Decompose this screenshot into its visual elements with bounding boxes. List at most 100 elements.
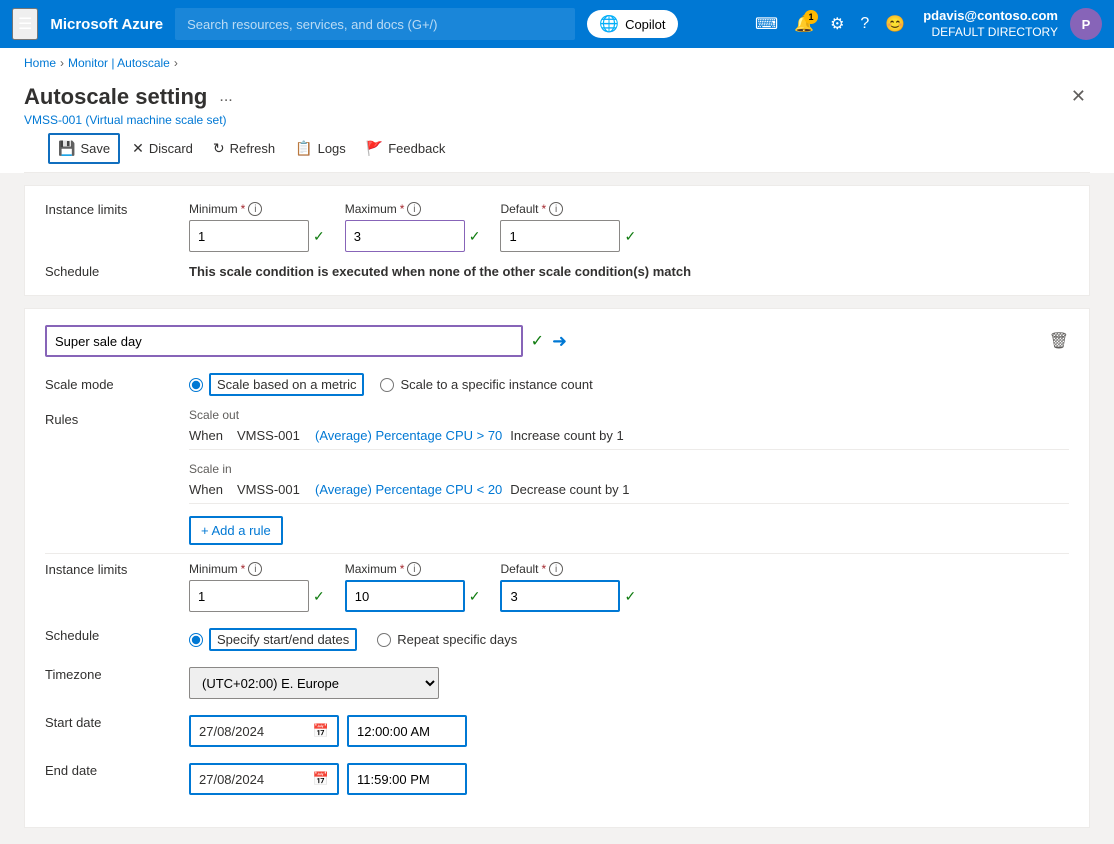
scale-specific-radio[interactable] [380,378,394,392]
condition-name-input[interactable]: Super sale day [45,325,523,357]
user-avatar[interactable]: P [1070,8,1102,40]
rules-label: Rules [45,412,78,427]
scale-in-label: Scale in [189,462,1069,476]
default-maximum-input[interactable]: 3 [345,220,465,252]
discard-button[interactable]: ✕ Discard [124,135,201,162]
refresh-button[interactable]: ↻ Refresh [205,135,283,162]
max-info-icon[interactable]: i [407,562,421,576]
copilot-label: Copilot [625,17,665,32]
required-star-2: * [400,202,405,216]
scale-condition-card: Super sale day ✓ ➜ 🗑 Scale mode Scale ba… [24,308,1090,828]
maximum-label: Maximum * i [345,562,481,576]
start-time-input[interactable] [347,715,467,747]
scale-out-group: Scale out When VMSS-001 (Average) Percen… [189,408,1069,450]
scale-out-metric[interactable]: (Average) Percentage CPU > 70 [315,428,502,443]
ellipsis-button[interactable]: ... [215,86,236,108]
default-input[interactable] [500,580,620,612]
condition-delete-icon[interactable]: 🗑 [1049,331,1069,351]
min-check-icon: ✓ [313,588,325,605]
scale-metric-radio[interactable] [189,378,203,392]
default-maximum-label: Maximum * i [345,202,481,216]
end-date-inputs: 27/08/2024 📅 [189,763,467,795]
scale-specific-option[interactable]: Scale to a specific instance count [380,377,592,392]
scale-metric-option[interactable]: Scale based on a metric [189,373,364,396]
scale-out-rule-row: When VMSS-001 (Average) Percentage CPU >… [189,426,1069,450]
page-title: Autoscale setting [24,84,207,110]
start-date-inputs: 27/08/2024 📅 [189,715,467,747]
scale-out-label: Scale out [189,408,1069,422]
scale-in-action: Decrease count by 1 [510,482,629,497]
refresh-icon: ↻ [213,140,225,157]
repeat-days-label: Repeat specific days [397,632,517,647]
end-date-calendar-icon[interactable]: 📅 [313,771,329,787]
user-directory: DEFAULT DIRECTORY [923,25,1058,41]
repeat-days-option[interactable]: Repeat specific days [377,632,517,647]
default-minimum-input[interactable]: 1 [189,220,309,252]
maximum-input-wrap: ✓ [345,580,481,612]
save-label: Save [80,141,110,156]
help-button[interactable]: ? [854,9,875,39]
default-default-input-wrap: 1 ✓ [500,220,636,252]
default-default-input[interactable]: 1 [500,220,620,252]
global-search-input[interactable] [175,8,575,40]
def-info-icon[interactable]: i [549,562,563,576]
scale-out-when: When [189,428,229,443]
max-required-star: * [400,562,405,576]
save-button[interactable]: 💾 Save [48,133,120,164]
notifications-button[interactable]: 🔔 1 [788,8,820,40]
breadcrumb-monitor[interactable]: Monitor | Autoscale [68,56,170,70]
timezone-select[interactable]: (UTC+02:00) E. Europe [189,667,439,699]
cloud-shell-button[interactable]: ⌨ [749,8,784,40]
default-instance-limits-label: Instance limits [45,202,165,217]
minimum-input-wrap: ✓ [189,580,325,612]
scale-in-resource: VMSS-001 [237,482,307,497]
minimum-info-icon[interactable]: i [248,202,262,216]
feedback-button[interactable]: 🚩 Feedback [358,135,454,162]
add-rule-button[interactable]: + Add a rule [189,516,283,545]
hamburger-menu[interactable]: ☰ [12,8,38,40]
close-button[interactable]: ✕ [1067,82,1090,111]
repeat-days-radio[interactable] [377,633,391,647]
def-required-star: * [542,562,547,576]
breadcrumb-home[interactable]: Home [24,56,56,70]
specify-dates-option[interactable]: Specify start/end dates [189,628,357,651]
default-check-icon: ✓ [624,228,636,245]
max-check-icon: ✓ [469,588,481,605]
scale-in-rule-row: When VMSS-001 (Average) Percentage CPU <… [189,480,1069,504]
scale-out-action: Increase count by 1 [510,428,623,443]
minimum-label: Minimum * i [189,562,325,576]
default-field: Default * i ✓ [500,562,636,612]
rules-label-col: Rules [45,408,165,545]
add-condition-button[interactable]: + Add a scale condition [0,840,182,844]
start-date-input[interactable]: 27/08/2024 📅 [189,715,339,747]
default-maximum-field: Maximum * i 3 ✓ [345,202,481,252]
min-info-icon[interactable]: i [248,562,262,576]
default-info-icon[interactable]: i [549,202,563,216]
scale-mode-row: Scale mode Scale based on a metric Scale… [45,373,1069,396]
end-time-input[interactable] [347,763,467,795]
default-minimum-label: Minimum * i [189,202,325,216]
condition-navigate-icon[interactable]: ➜ [552,331,567,352]
subtitle-text[interactable]: VMSS-001 (Virtual machine scale set) [24,113,227,127]
scale-in-metric[interactable]: (Average) Percentage CPU < 20 [315,482,502,497]
scale-metric-label: Scale based on a metric [209,373,364,396]
user-email: pdavis@contoso.com [923,8,1058,25]
logs-button[interactable]: 📋 Logs [287,135,354,162]
default-label: Default * i [500,562,636,576]
default-schedule-row: Schedule This scale condition is execute… [45,264,1069,279]
end-date-row: End date 27/08/2024 📅 [45,763,1069,795]
discard-label: Discard [149,141,193,156]
settings-button[interactable]: ⚙ [824,8,850,40]
maximum-info-icon[interactable]: i [407,202,421,216]
feedback-nav-button[interactable]: 😊 [879,8,911,40]
azure-logo-title: Microsoft Azure [50,16,163,33]
end-date-input[interactable]: 27/08/2024 📅 [189,763,339,795]
minimum-input[interactable] [189,580,309,612]
start-date-calendar-icon[interactable]: 📅 [313,723,329,739]
top-navigation: ☰ Microsoft Azure 🌐 Copilot ⌨ 🔔 1 ⚙ ? 😊 … [0,0,1114,48]
specify-dates-radio[interactable] [189,633,203,647]
copilot-button[interactable]: 🌐 Copilot [587,10,677,38]
maximum-input[interactable] [345,580,465,612]
maximum-check-icon: ✓ [469,228,481,245]
start-date-row: Start date 27/08/2024 📅 [45,715,1069,747]
